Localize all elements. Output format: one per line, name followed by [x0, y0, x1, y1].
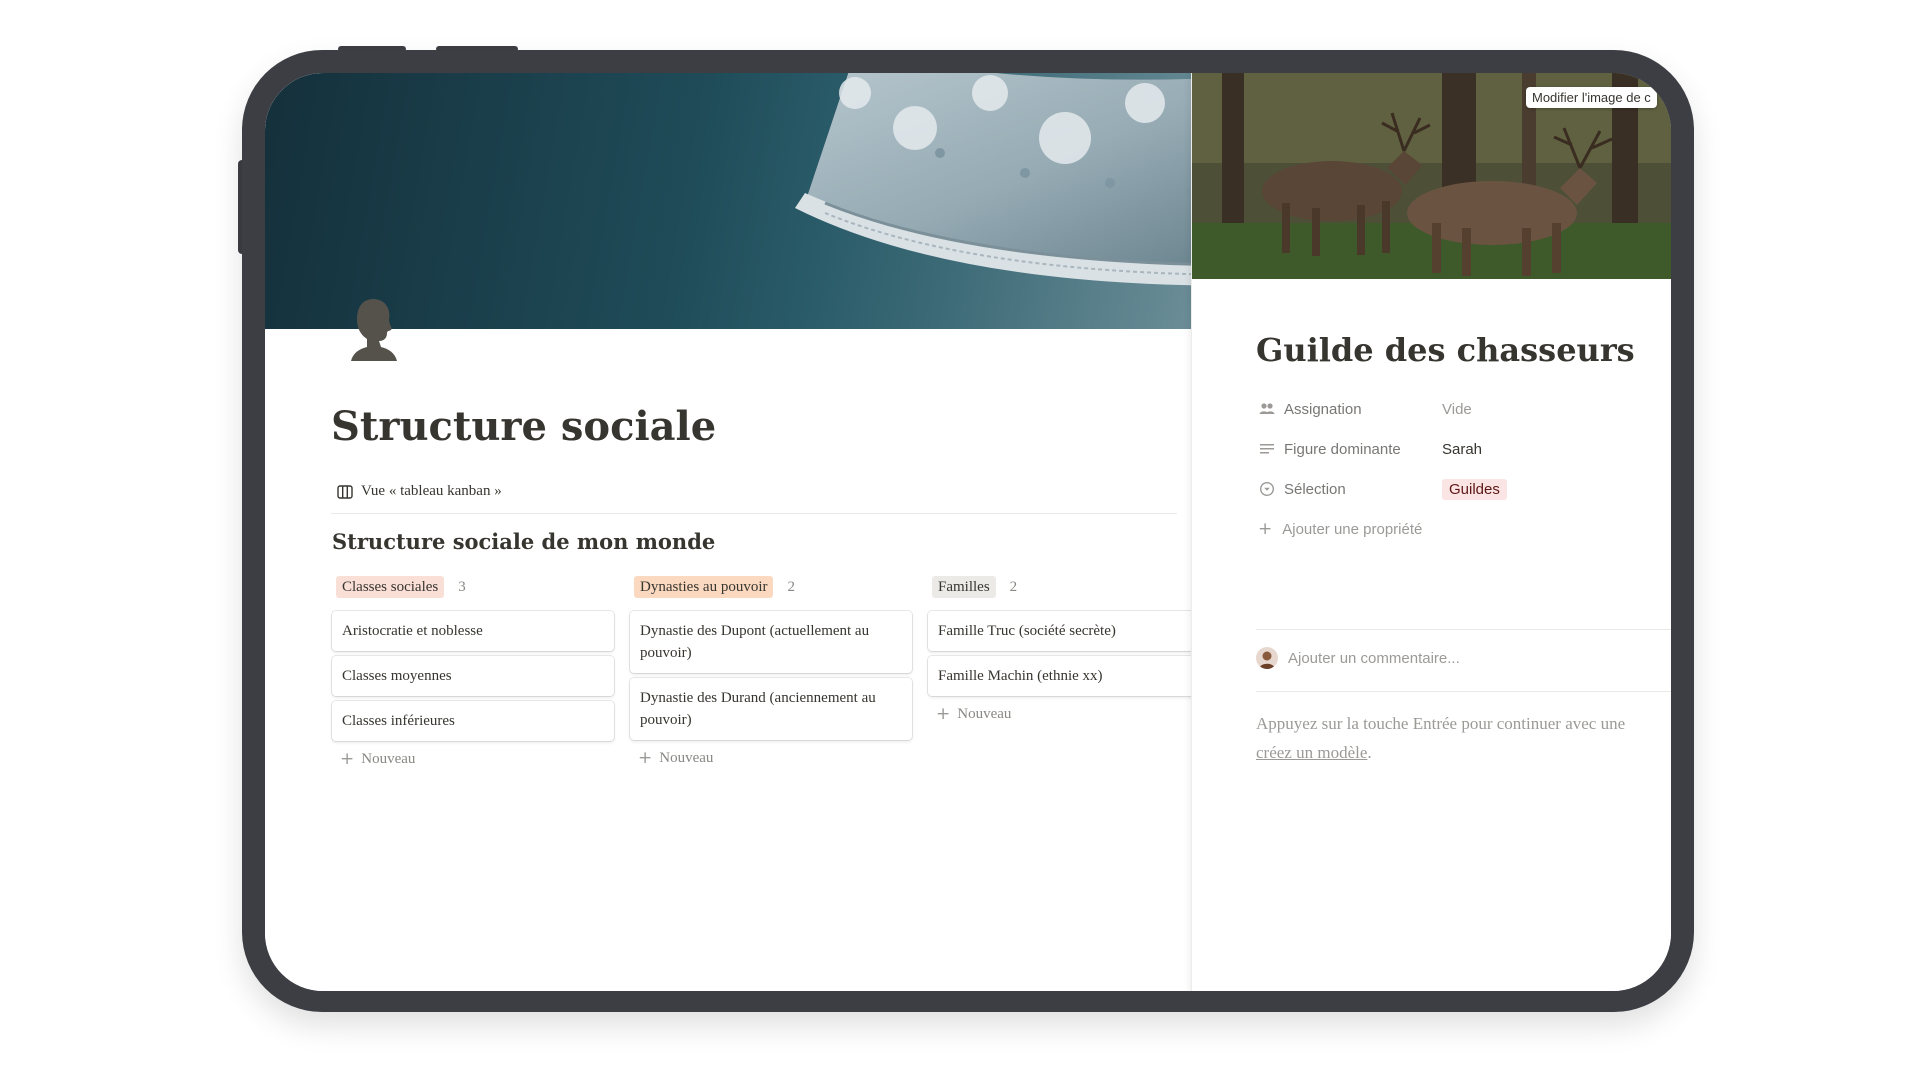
view-tab-kanban[interactable]: Vue « tableau kanban » [337, 483, 502, 500]
hint-text: Appuyez sur la touche Entrée pour contin… [1256, 714, 1626, 733]
board-view-icon [337, 484, 353, 499]
column-tag: Familles [932, 576, 996, 598]
kanban-board: Classes sociales 3 Aristocratie et noble… [332, 573, 1210, 768]
panel-divider [1256, 691, 1671, 692]
column-count: 2 [787, 578, 795, 595]
property-value[interactable]: Sarah [1442, 441, 1482, 458]
panel-cover-image[interactable]: Modifier l'image de c [1192, 73, 1671, 279]
new-card-label: Nouveau [957, 706, 1012, 722]
board-card[interactable]: Classes inférieures [332, 701, 614, 741]
add-property-button[interactable]: + Ajouter une propriété [1258, 509, 1671, 549]
property-figure-dominante[interactable]: Figure dominante Sarah [1258, 429, 1671, 469]
create-template-link[interactable]: créez un modèle [1256, 743, 1367, 762]
side-peek-panel: Modifier l'image de c Guilde des chasseu… [1191, 73, 1671, 991]
new-card-button[interactable]: + Nouveau [936, 706, 1210, 723]
column-count: 2 [1009, 578, 1018, 595]
crown-illustration [795, 73, 1191, 286]
select-icon [1258, 480, 1276, 498]
selection-tag[interactable]: Guildes [1442, 478, 1507, 500]
hint-punctuation: . [1367, 743, 1372, 762]
board-card[interactable]: Famille Machin (ethnie xx) [928, 656, 1210, 696]
new-card-button[interactable]: + Nouveau [340, 751, 614, 768]
panel-divider [1256, 629, 1671, 630]
board-card[interactable]: Classes moyennes [332, 656, 614, 696]
column-count: 3 [458, 578, 466, 595]
text-lines-icon [1258, 440, 1276, 458]
column-header[interactable]: Familles 2 [932, 573, 1210, 601]
notion-page: Structure sociale Vue « tableau kanban »… [265, 73, 1210, 991]
board-card[interactable]: Dynastie des Dupont (actuellement au pou… [630, 611, 912, 673]
plus-icon: + [340, 749, 355, 769]
page-cover-image[interactable] [265, 73, 1191, 329]
view-divider [331, 513, 1177, 514]
board-card[interactable]: Famille Truc (société secrète) [928, 611, 1210, 651]
column-tag: Classes sociales [336, 576, 445, 598]
page-title[interactable]: Structure sociale [331, 403, 716, 450]
database-title[interactable]: Structure sociale de mon monde [332, 529, 715, 554]
plus-icon: + [1258, 518, 1273, 539]
add-property-label: Ajouter une propriété [1282, 520, 1423, 538]
person-silhouette-icon[interactable] [349, 295, 399, 361]
board-column-dynasties: Dynasties au pouvoir 2 Dynastie des Dupo… [630, 573, 912, 768]
column-header[interactable]: Classes sociales 3 [336, 573, 614, 601]
tablet-screen: Structure sociale Vue « tableau kanban »… [265, 73, 1671, 991]
property-label: Assignation [1284, 400, 1362, 418]
column-tag: Dynasties au pouvoir [634, 576, 774, 598]
panel-title[interactable]: Guilde des chasseurs [1256, 331, 1635, 369]
new-card-label: Nouveau [659, 750, 714, 766]
change-cover-button[interactable]: Modifier l'image de c [1526, 87, 1657, 108]
property-value[interactable]: Vide [1442, 401, 1472, 418]
comment-input[interactable]: Ajouter un commentaire... [1256, 647, 1460, 669]
board-card[interactable]: Dynastie des Durand (anciennement au pou… [630, 678, 912, 740]
property-selection[interactable]: Sélection Guildes [1258, 469, 1671, 509]
property-label: Sélection [1284, 480, 1346, 498]
board-column-classes-sociales: Classes sociales 3 Aristocratie et noble… [332, 573, 614, 768]
plus-icon: + [638, 748, 653, 768]
view-tab-label: Vue « tableau kanban » [361, 483, 502, 499]
new-card-button[interactable]: + Nouveau [638, 750, 912, 767]
plus-icon: + [936, 704, 951, 724]
property-assignation[interactable]: Assignation Vide [1258, 389, 1671, 429]
property-label: Figure dominante [1284, 440, 1401, 458]
column-header[interactable]: Dynasties au pouvoir 2 [634, 573, 912, 601]
comment-placeholder: Ajouter un commentaire... [1288, 649, 1460, 667]
board-card[interactable]: Aristocratie et noblesse [332, 611, 614, 651]
empty-page-hint: Appuyez sur la touche Entrée pour contin… [1256, 709, 1671, 767]
avatar [1256, 647, 1278, 669]
new-card-label: Nouveau [361, 751, 416, 767]
people-icon [1258, 400, 1276, 418]
board-column-familles: Familles 2 Famille Truc (société secrète… [928, 573, 1210, 768]
property-list: Assignation Vide Figure dominante Sarah [1258, 389, 1671, 549]
